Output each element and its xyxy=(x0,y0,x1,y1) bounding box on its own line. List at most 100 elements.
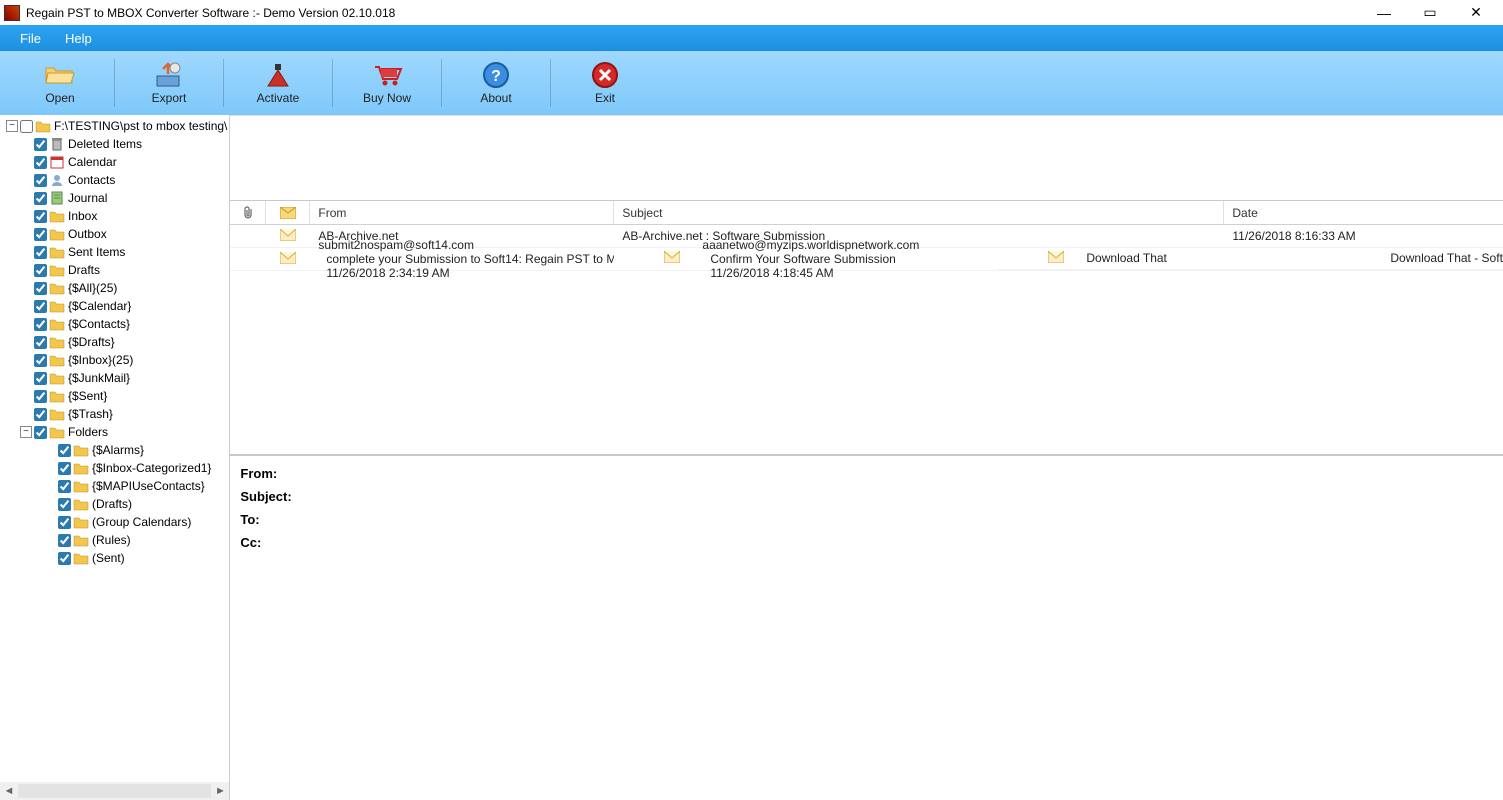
scroll-track[interactable] xyxy=(18,784,211,798)
tree-checkbox[interactable] xyxy=(34,336,47,349)
tree-item[interactable]: Drafts xyxy=(6,261,227,279)
folder-icon xyxy=(49,191,65,205)
tree-item[interactable]: {$JunkMail} xyxy=(6,369,227,387)
tree-item[interactable]: (Group Calendars) xyxy=(6,513,227,531)
tree-checkbox[interactable] xyxy=(20,120,33,133)
exit-button[interactable]: Exit xyxy=(555,51,655,115)
tree-item[interactable]: {$All}(25) xyxy=(6,279,227,297)
tree-item[interactable]: {$Calendar} xyxy=(6,297,227,315)
tree-checkbox[interactable] xyxy=(34,228,47,241)
folder-tree[interactable]: −F:\TESTING\pst to mbox testing\ Deleted … xyxy=(0,115,229,782)
tree-item[interactable]: (Rules) xyxy=(6,531,227,549)
cell-icon xyxy=(650,251,694,266)
activate-label: Activate xyxy=(257,91,300,105)
minimize-button[interactable]: — xyxy=(1361,0,1407,25)
column-attachment[interactable] xyxy=(230,201,266,224)
email-row[interactable]: aaanetwo@myzips.worldispnetwork.com Conf… xyxy=(614,248,1503,271)
tree-folders-node[interactable]: −Folders xyxy=(6,423,227,441)
buy-now-label: Buy Now xyxy=(363,91,411,105)
tree-checkbox[interactable] xyxy=(34,372,47,385)
preview-cc: Cc: xyxy=(240,531,1503,554)
activate-icon xyxy=(262,61,294,89)
tree-horizontal-scrollbar[interactable]: ◄ ► xyxy=(0,782,229,800)
collapse-icon[interactable]: − xyxy=(20,426,32,438)
tree-checkbox[interactable] xyxy=(58,552,71,565)
tree-checkbox[interactable] xyxy=(34,426,47,439)
column-icon[interactable] xyxy=(266,201,310,224)
tree-item[interactable]: {$Alarms} xyxy=(6,441,227,459)
tree-checkbox[interactable] xyxy=(58,498,71,511)
collapse-icon[interactable]: − xyxy=(6,120,18,132)
cell-icon xyxy=(1034,251,1078,266)
tree-item[interactable]: Inbox xyxy=(6,207,227,225)
tree-checkbox[interactable] xyxy=(34,300,47,313)
menu-help[interactable]: Help xyxy=(53,25,104,51)
tree-label: Deleted Items xyxy=(68,137,142,151)
cell-subject: complete your Submission to Soft14: Rega… xyxy=(318,252,614,266)
tree-item[interactable]: {$Inbox-Categorized1} xyxy=(6,459,227,477)
tree-item[interactable]: {$Trash} xyxy=(6,405,227,423)
tree-checkbox[interactable] xyxy=(34,264,47,277)
tree-root[interactable]: −F:\TESTING\pst to mbox testing\ xyxy=(6,117,227,135)
column-subject[interactable]: Subject xyxy=(614,201,1224,224)
column-from[interactable]: From xyxy=(310,201,614,224)
tree-item[interactable]: (Sent) xyxy=(6,549,227,567)
toolbar-separator xyxy=(223,59,224,107)
folder-icon xyxy=(49,155,65,169)
tree-checkbox[interactable] xyxy=(34,354,47,367)
tree-item[interactable]: (Drafts) xyxy=(6,495,227,513)
tree-item[interactable]: Sent Items xyxy=(6,243,227,261)
tree-checkbox[interactable] xyxy=(34,246,47,259)
svg-text:?: ? xyxy=(491,68,501,85)
tree-item[interactable]: {$Inbox}(25) xyxy=(6,351,227,369)
open-button[interactable]: Open xyxy=(10,51,110,115)
tree-item[interactable]: Calendar xyxy=(6,153,227,171)
grid-header: From Subject Date xyxy=(230,201,1503,225)
tree-checkbox[interactable] xyxy=(34,282,47,295)
tree-checkbox[interactable] xyxy=(58,534,71,547)
paperclip-icon xyxy=(242,206,254,220)
tree-checkbox[interactable] xyxy=(34,390,47,403)
tree-item[interactable]: Outbox xyxy=(6,225,227,243)
close-button[interactable]: ✕ xyxy=(1453,0,1499,25)
export-button[interactable]: Export xyxy=(119,51,219,115)
preview-from: From: xyxy=(240,462,1503,485)
email-row[interactable]: Download That Download That - Software s… xyxy=(998,247,1503,270)
tree-checkbox[interactable] xyxy=(34,210,47,223)
folder-icon xyxy=(35,119,51,133)
folder-icon xyxy=(49,281,65,295)
tree-item[interactable]: {$Sent} xyxy=(6,387,227,405)
tree-checkbox[interactable] xyxy=(34,138,47,151)
tree-checkbox[interactable] xyxy=(58,516,71,529)
about-button[interactable]: ? About xyxy=(446,51,546,115)
open-folder-icon xyxy=(44,61,76,89)
folder-icon xyxy=(49,245,65,259)
tree-item[interactable]: {$MAPIUseContacts} xyxy=(6,477,227,495)
tree-item[interactable]: Contacts xyxy=(6,171,227,189)
scroll-right-arrow[interactable]: ► xyxy=(211,785,229,797)
tree-checkbox[interactable] xyxy=(34,408,47,421)
activate-button[interactable]: Activate xyxy=(228,51,328,115)
tree-checkbox[interactable] xyxy=(58,444,71,457)
tree-checkbox[interactable] xyxy=(34,318,47,331)
tree-label: (Rules) xyxy=(92,533,131,547)
tree-item[interactable]: Deleted Items xyxy=(6,135,227,153)
export-icon xyxy=(153,61,185,89)
tree-checkbox[interactable] xyxy=(34,192,47,205)
tree-checkbox[interactable] xyxy=(34,156,47,169)
tree-checkbox[interactable] xyxy=(58,462,71,475)
tree-label: {$Trash} xyxy=(68,407,113,421)
column-date[interactable]: Date xyxy=(1224,201,1503,224)
maximize-button[interactable]: ▭ xyxy=(1407,0,1453,25)
tree-checkbox[interactable] xyxy=(58,480,71,493)
tree-item[interactable]: {$Contacts} xyxy=(6,315,227,333)
tree-checkbox[interactable] xyxy=(34,174,47,187)
email-row[interactable]: submit2nospam@soft14.comcomplete your Su… xyxy=(230,248,1503,271)
buy-now-button[interactable]: Buy Now xyxy=(337,51,437,115)
tree-item[interactable]: Journal xyxy=(6,189,227,207)
menu-file[interactable]: File xyxy=(8,25,53,51)
tree-item[interactable]: {$Drafts} xyxy=(6,333,227,351)
cell-date: 11/26/2018 8:16:33 AM xyxy=(1224,229,1503,243)
scroll-left-arrow[interactable]: ◄ xyxy=(0,785,18,797)
folder-icon xyxy=(49,425,65,439)
